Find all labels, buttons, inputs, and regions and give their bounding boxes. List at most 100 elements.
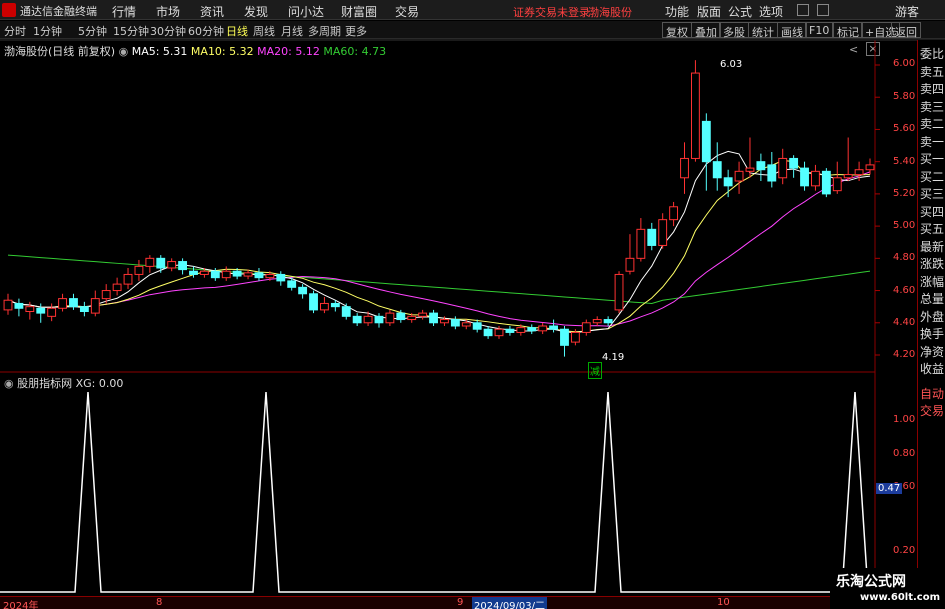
overlay-button[interactable]: 叠加 [691, 22, 721, 39]
side-panel-item[interactable]: 买四 [920, 203, 945, 220]
candle-body [472, 322, 482, 330]
draw-button[interactable]: 画线 [777, 22, 807, 39]
indicator-title[interactable]: 股朋指标网 [17, 377, 72, 390]
menu-news[interactable]: 资讯 [200, 3, 224, 20]
tab-daily[interactable]: 日线 [226, 23, 248, 39]
tab-monthly[interactable]: 月线 [281, 23, 303, 39]
share-icon[interactable]: < [849, 43, 858, 56]
side-panel-item[interactable]: 卖五 [920, 63, 945, 80]
candle-body [538, 325, 548, 332]
side-panel-item[interactable]: 卖四 [920, 80, 945, 97]
ma5-line [7, 150, 871, 334]
side-panel-item[interactable]: 买五 [920, 220, 945, 237]
indicator-tick: 0.80 [893, 448, 916, 459]
side-panel-item[interactable]: 买三 [920, 185, 945, 202]
indicator-gear-icon[interactable]: ◉ [4, 377, 14, 390]
price-tick: 5.80 [893, 91, 916, 102]
tab-5min[interactable]: 5分钟 [78, 23, 107, 39]
ma10-label: MA10: 5.32 [190, 45, 254, 58]
guest-label[interactable]: 游客 [895, 3, 919, 20]
menu-function[interactable]: 功能 [665, 3, 689, 20]
xg-label: XG: 0.00 [75, 377, 124, 390]
menu-discover[interactable]: 发现 [244, 3, 268, 20]
date-oct: 10 [717, 597, 730, 608]
menu-quotes[interactable]: 行情 [112, 3, 136, 20]
candle-body [854, 169, 864, 176]
date-axis: 2024年 8 9 2024/09/03/二 10 [0, 596, 875, 609]
candle-body [69, 298, 78, 308]
main-legend: 渤海股份(日线 前复权) ◉ MA5: 5.31 MA10: 5.32 MA20… [4, 43, 386, 59]
tab-weekly[interactable]: 周线 [253, 23, 275, 39]
candle-body [330, 302, 340, 308]
candle-body [341, 306, 351, 317]
side-panel-item[interactable]: 卖二 [920, 115, 945, 132]
menu-ask[interactable]: 问小达 [288, 3, 324, 20]
ma60-label: MA60: 4.73 [323, 45, 387, 58]
f10-button[interactable]: F10 [805, 22, 834, 38]
menu-market[interactable]: 市场 [156, 3, 180, 20]
restore-icon[interactable] [797, 4, 809, 16]
kline-chart[interactable] [0, 0, 945, 609]
multi-stock-button[interactable]: 多股 [719, 22, 749, 39]
ma20-label: MA20: 5.12 [257, 45, 320, 58]
side-panel-trade-item[interactable]: 自动 [920, 385, 945, 402]
menu-layout[interactable]: 版面 [697, 3, 721, 20]
candle-body [821, 170, 831, 195]
candle-body [494, 328, 504, 337]
menu-formula[interactable]: 公式 [728, 3, 752, 20]
tab-30min[interactable]: 30分钟 [150, 23, 186, 39]
menu-trade[interactable]: 交易 [395, 3, 419, 20]
candle-body [396, 312, 406, 321]
ma10-line [7, 160, 871, 333]
side-panel-item[interactable]: 外盘 [920, 308, 945, 325]
close-icon[interactable]: × [866, 42, 880, 56]
candle-body [560, 328, 569, 346]
side-panel-item[interactable]: 涨幅 [920, 273, 945, 290]
watermark-url: www.60lt.com [860, 592, 941, 603]
back-button[interactable]: 返回 [891, 22, 921, 39]
candle-body [276, 273, 286, 282]
tab-multi-period[interactable]: 多周期 [308, 23, 341, 39]
tab-intraday[interactable]: 分时 [4, 23, 26, 39]
candle-body [800, 167, 809, 187]
candle-body [603, 319, 613, 324]
candle-body [450, 319, 460, 327]
candle-body [549, 325, 558, 330]
candle-body [58, 298, 67, 309]
high-annotation: 6.03 [720, 59, 743, 70]
stats-button[interactable]: 统计 [748, 22, 778, 39]
side-panel-item[interactable]: 卖三 [920, 98, 945, 115]
fullscreen-icon[interactable] [817, 4, 829, 16]
side-panel-item[interactable]: 总量 [920, 290, 945, 307]
tab-1min[interactable]: 1分钟 [33, 23, 62, 39]
side-panel-item[interactable]: 买一 [920, 150, 945, 167]
side-panel-item[interactable]: 委比 [920, 45, 945, 62]
settings-gear-icon[interactable]: ◉ [119, 45, 129, 58]
adjust-button[interactable]: 复权 [662, 22, 692, 39]
candle-body [505, 328, 515, 333]
side-panel-item[interactable]: 换手 [920, 325, 945, 342]
candle-body [614, 273, 624, 311]
menu-wealth[interactable]: 财富圈 [341, 3, 377, 20]
tab-15min[interactable]: 15分钟 [113, 23, 149, 39]
login-alert[interactable]: 证券交易未登录 [513, 4, 590, 20]
side-panel-trade-item[interactable]: 交易 [920, 402, 945, 419]
menu-options[interactable]: 选项 [759, 3, 783, 20]
side-panel-item[interactable]: 买二 [920, 168, 945, 185]
candle-body [156, 257, 166, 269]
tab-more[interactable]: 更多 [345, 23, 367, 39]
candle-body [232, 270, 242, 277]
candle-body [134, 265, 144, 275]
candle-body [767, 164, 777, 182]
side-panel-item[interactable]: 收益 [920, 360, 945, 377]
mark-button[interactable]: 标记 [833, 22, 863, 39]
price-tick: 4.40 [893, 317, 916, 328]
side-panel-item[interactable]: 最新 [920, 238, 945, 255]
side-panel-item[interactable]: 卖一 [920, 133, 945, 150]
candle-body [789, 157, 799, 169]
tab-60min[interactable]: 60分钟 [188, 23, 224, 39]
candle-body [265, 273, 275, 279]
side-panel-item[interactable]: 净资 [920, 343, 945, 360]
side-panel-item[interactable]: 涨跌 [920, 255, 945, 272]
stock-title[interactable]: 渤海股份(日线 前复权) [4, 45, 115, 58]
